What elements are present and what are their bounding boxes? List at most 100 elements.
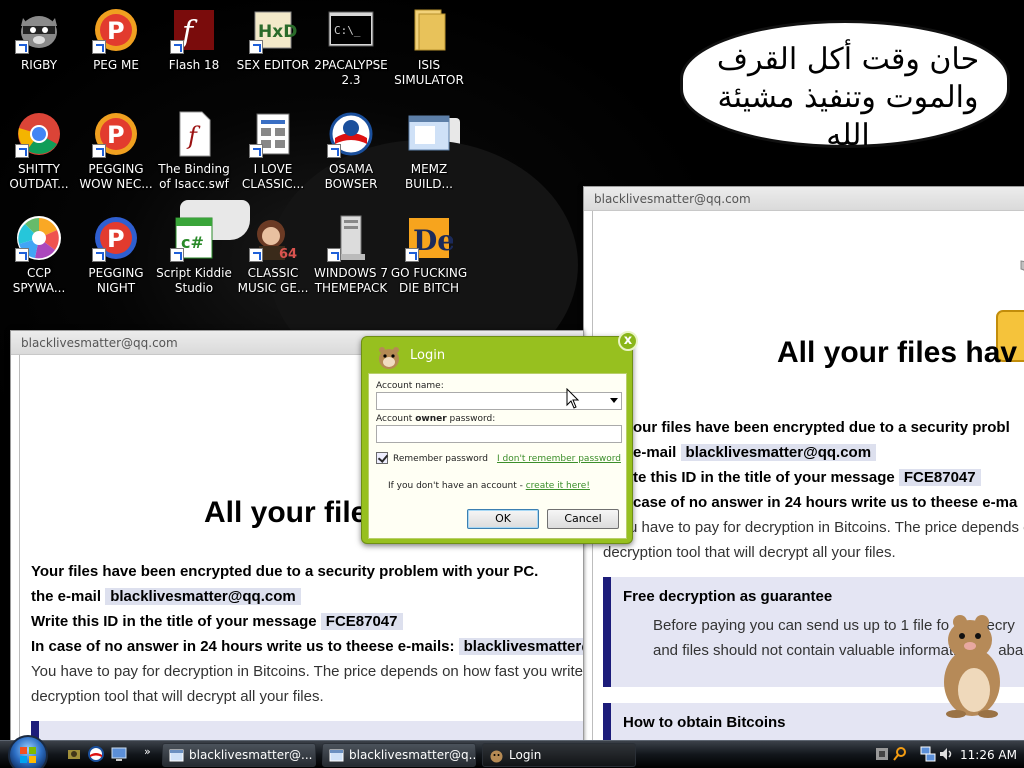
raccoon-icon bbox=[15, 6, 63, 54]
mouse-cursor-icon bbox=[566, 387, 580, 410]
tray-app-icon[interactable] bbox=[874, 746, 890, 762]
cancel-button[interactable]: Cancel bbox=[547, 509, 619, 529]
start-button[interactable] bbox=[8, 735, 48, 768]
speech-bubble: حان وقت أكل القرف والموت وتنفيذ مشيئة ال… bbox=[680, 20, 1010, 153]
ransom-id: FCE87047 bbox=[898, 469, 981, 486]
ransom-text: the e-mail bbox=[31, 588, 102, 605]
csharp-icon: c# bbox=[170, 214, 218, 262]
portrait-icon: 64 bbox=[249, 214, 297, 262]
ransom-email: blacklivesmatter@qq.com bbox=[458, 638, 583, 655]
desktop-icon-label: OSAMA BOWSER bbox=[324, 162, 378, 191]
taskbar-button-ransom-2[interactable]: blacklivesmatter@q... bbox=[322, 743, 476, 767]
windows-logo-icon bbox=[20, 747, 36, 763]
taskbar-button-login[interactable]: Login bbox=[482, 743, 636, 767]
dropdown-arrow-icon[interactable] bbox=[610, 398, 618, 403]
network-icon[interactable] bbox=[920, 746, 936, 762]
remember-password-checkbox[interactable] bbox=[376, 452, 388, 464]
close-button[interactable]: x bbox=[618, 331, 638, 351]
desktop-icon-classic-music[interactable]: 64 CLASSIC MUSIC GE... bbox=[234, 214, 312, 296]
shortcut-arrow-icon bbox=[249, 40, 263, 54]
desktop-icon-label: I LOVE CLASSIC... bbox=[241, 162, 305, 191]
window-icon bbox=[169, 748, 184, 763]
ransom-line: Write this ID in the title of your messa… bbox=[31, 609, 403, 634]
login-dialog[interactable]: x Login Account name: Account owner pass… bbox=[361, 331, 638, 544]
desktop-icon-isis-simulator[interactable]: ISIS SIMULATOR bbox=[390, 6, 468, 88]
desktop-icon-ccp-spyware[interactable]: CCP SPYWA... bbox=[0, 214, 78, 296]
desktop-icon-label: CLASSIC MUSIC GE... bbox=[237, 266, 309, 295]
desktop-icon-pegging-wow[interactable]: P PEGGING WOW NEC... bbox=[77, 110, 155, 192]
ransom-line: decryption tool that will decrypt all yo… bbox=[603, 544, 896, 561]
shortcut-arrow-icon bbox=[15, 40, 29, 54]
quicklaunch-app-icon[interactable] bbox=[66, 746, 82, 762]
desktop-icon-label: SHITTY OUTDAT... bbox=[9, 162, 69, 191]
desktop-icon-label: The Binding of Isacc.swf bbox=[158, 162, 230, 191]
hex-editor-icon: HxD bbox=[249, 6, 297, 54]
shortcut-arrow-icon bbox=[170, 248, 184, 262]
desktop-icon-script-kiddie[interactable]: c# Script Kiddie Studio bbox=[155, 214, 233, 296]
peggle-icon: P bbox=[92, 110, 140, 158]
svg-text:P: P bbox=[107, 17, 125, 45]
dialog-title: Login bbox=[410, 348, 446, 363]
desktop-icon-label: SEX EDITOR bbox=[236, 58, 310, 72]
ransom-text: e-mail bbox=[633, 444, 677, 461]
svg-text:De: De bbox=[413, 224, 453, 257]
ransom-line: In case of no answer in 24 hours write u… bbox=[31, 634, 583, 659]
shortcut-arrow-icon bbox=[327, 144, 341, 158]
desktop-icon-i-love-classic[interactable]: I LOVE CLASSIC... bbox=[234, 110, 312, 192]
desktop-icon-memz-build[interactable]: MEMZ BUILD... bbox=[390, 110, 468, 192]
desktop-icon-binding-of-isaac[interactable]: f The Binding of Isacc.swf bbox=[155, 110, 233, 192]
svg-text:P: P bbox=[107, 121, 125, 149]
guarantee-box bbox=[31, 721, 583, 740]
volume-icon[interactable] bbox=[938, 746, 954, 762]
flash-icon: f bbox=[170, 6, 218, 54]
campaign-logo-icon bbox=[327, 110, 375, 158]
svg-text:HxD: HxD bbox=[258, 22, 297, 42]
folder-icon bbox=[405, 6, 453, 54]
desktop-icon-rigby[interactable]: RIGBY bbox=[0, 6, 78, 73]
ransom-text: In case of no answer in 24 hours write u… bbox=[31, 638, 455, 655]
quicklaunch-desktop-icon[interactable] bbox=[111, 746, 127, 762]
remember-password-label: Remember password bbox=[393, 454, 488, 464]
desktop-icon-label: ISIS SIMULATOR bbox=[394, 58, 464, 87]
svg-text:c#: c# bbox=[181, 233, 204, 252]
desktop-icon-windows7-themepack[interactable]: WINDOWS 7 THEMEPACK bbox=[312, 214, 390, 296]
clock[interactable]: 11:26 AM bbox=[960, 741, 1017, 768]
shortcut-arrow-icon bbox=[15, 248, 29, 262]
desktop-icon-sex-editor[interactable]: HxD SEX EDITOR bbox=[234, 6, 312, 73]
account-name-combobox[interactable] bbox=[376, 392, 622, 410]
create-account-link[interactable]: create it here! bbox=[526, 481, 590, 491]
forgot-password-link[interactable]: I don't remember password bbox=[497, 453, 621, 465]
ransom-line: You have to pay for decryption in Bitcoi… bbox=[31, 663, 583, 680]
window-icon bbox=[405, 110, 453, 158]
desktop-icon-label: CCP SPYWA... bbox=[12, 266, 66, 295]
peggle-icon: P bbox=[92, 6, 140, 54]
dark-engine-icon: De bbox=[405, 214, 453, 262]
desktop-icon-label: Script Kiddie Studio bbox=[156, 266, 232, 295]
window-title[interactable]: blacklivesmatter@qq.com bbox=[584, 187, 1024, 211]
label-text: Account bbox=[376, 414, 416, 424]
desktop-icon-label: 2PACALYPSE 2.3 bbox=[314, 58, 388, 87]
desktop-icon-shitty-outdat[interactable]: SHITTY OUTDAT... bbox=[0, 110, 78, 192]
computer-tower-icon bbox=[327, 214, 375, 262]
desktop-icon-2pacalypse[interactable]: C:\_ 2PACALYPSE 2.3 bbox=[312, 6, 390, 88]
desktop-icon-peg-me[interactable]: P PEG ME bbox=[77, 6, 155, 73]
quicklaunch-browser-icon[interactable] bbox=[88, 746, 104, 762]
taskbar-button-label: blacklivesmatter@... bbox=[189, 748, 313, 762]
desktop-icon-pegging-night[interactable]: P PEGGING NIGHT bbox=[77, 214, 155, 296]
taskbar-button-label: Login bbox=[509, 748, 542, 762]
desktop-icon-label: WINDOWS 7 THEMEPACK bbox=[314, 266, 388, 295]
signup-row: If you don't have an account - create it… bbox=[388, 480, 590, 492]
quicklaunch-more-button[interactable]: » bbox=[144, 744, 151, 760]
taskbar-button-ransom-1[interactable]: blacklivesmatter@... bbox=[162, 743, 316, 767]
peggle-icon: P bbox=[92, 214, 140, 262]
desktop-icon-osama-bowser[interactable]: OSAMA BOWSER bbox=[312, 110, 390, 192]
shortcut-arrow-icon bbox=[170, 40, 184, 54]
password-field[interactable] bbox=[376, 425, 622, 443]
desktop-icon-flash-18[interactable]: f Flash 18 bbox=[155, 6, 233, 73]
account-name-label: Account name: bbox=[376, 381, 444, 391]
ok-button[interactable]: OK bbox=[467, 509, 539, 529]
desktop-icon-go-die[interactable]: De GO FUCKING DIE BITCH bbox=[390, 214, 468, 296]
tray-search-icon[interactable] bbox=[892, 746, 908, 762]
desktop-icon-label: RIGBY bbox=[20, 58, 58, 72]
pinwheel-icon bbox=[15, 214, 63, 262]
